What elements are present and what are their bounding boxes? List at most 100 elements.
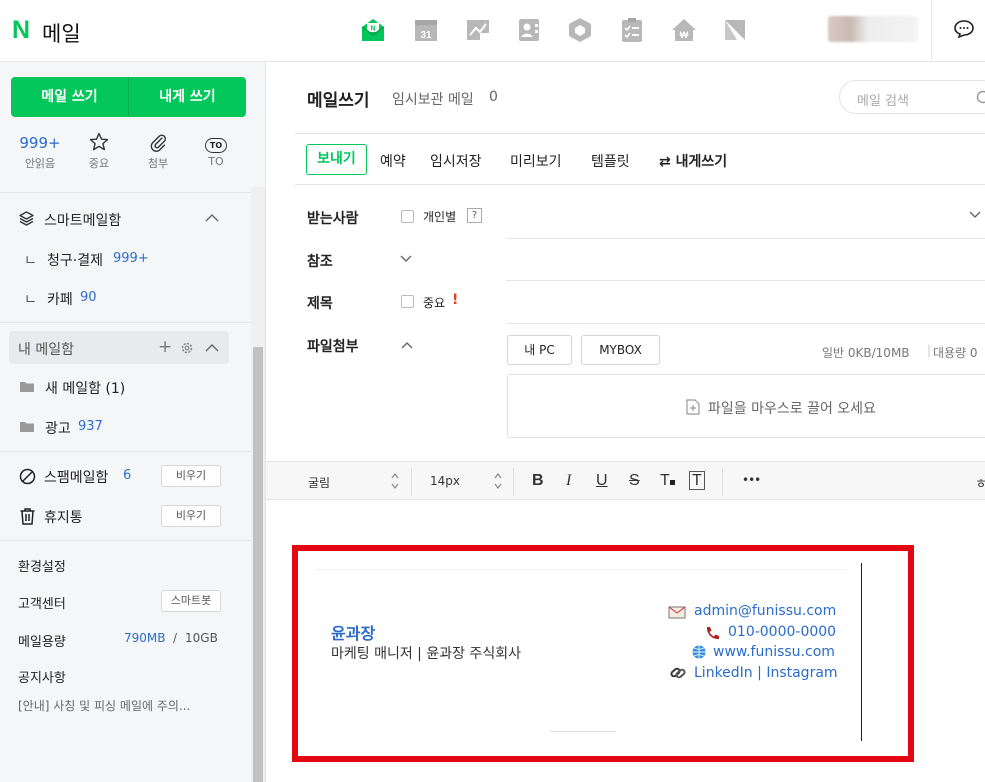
font-size-select[interactable]: 14px	[430, 474, 460, 488]
draft-link[interactable]: 임시보관 메일	[392, 89, 474, 109]
help-icon[interactable]: ?	[467, 208, 482, 223]
font-select-arrows-icon[interactable]	[390, 472, 400, 490]
todo-app-icon[interactable]	[619, 17, 645, 43]
more-options-icon[interactable]: •••	[742, 473, 761, 487]
sidebar-divider	[0, 322, 251, 323]
smart-item-billing[interactable]: 청구·결제	[47, 250, 103, 270]
smartbot-button[interactable]: 스마트봇	[161, 590, 221, 612]
home-app-icon[interactable]: ₩	[671, 17, 697, 43]
spam-mailbox-label[interactable]: 스팸메일함	[44, 467, 108, 487]
capacity-separator: |	[927, 343, 932, 357]
signature-phone[interactable]: 010-0000-0000	[728, 624, 836, 640]
quick-important[interactable]: 중요	[72, 132, 126, 171]
to-input-line[interactable]	[506, 238, 985, 239]
calendar-day-text: 31	[420, 30, 432, 41]
preview-button[interactable]: 미리보기	[510, 151, 562, 171]
link-chain-icon	[670, 667, 686, 679]
template-button[interactable]: 템플릿	[591, 151, 630, 171]
scrollbar-thumb[interactable]	[253, 347, 263, 782]
add-folder-icon[interactable]: +	[158, 337, 172, 357]
gear-icon[interactable]	[180, 341, 194, 355]
self-send-button[interactable]: ⇄ 내게쓰기	[659, 151, 727, 171]
important-checkbox[interactable]	[401, 295, 414, 308]
search-box[interactable]: 메일 검색	[839, 80, 985, 114]
mail-logo-text[interactable]: 메일	[42, 18, 81, 48]
folder-icon	[20, 382, 34, 392]
attach-field-label: 파일첨부	[307, 339, 359, 355]
paperclip-icon	[150, 134, 167, 152]
size-select-arrows-icon[interactable]	[493, 472, 503, 490]
compose-button[interactable]: 메일 쓰기	[11, 77, 128, 117]
save-draft-button[interactable]: 임시저장	[430, 151, 482, 171]
toolbar-separator	[722, 468, 723, 496]
chevron-down-icon[interactable]	[968, 210, 982, 220]
mybox-button[interactable]: MYBOX	[581, 335, 660, 365]
signature-email[interactable]: admin@funissu.com	[694, 603, 836, 619]
mybox-app-icon[interactable]	[567, 17, 593, 43]
notice-item[interactable]: [안내] 사칭 및 피싱 메일에 주의...	[18, 697, 190, 714]
tree-prefix: ㄴ	[24, 253, 37, 269]
subject-input-line[interactable]	[506, 323, 985, 324]
file-drop-zone[interactable]: 파일을 마우스로 끌어 오세요	[507, 374, 985, 438]
folder-new-mailbox[interactable]: 새 메일함 (1)	[45, 378, 125, 398]
notice-title[interactable]: 공지사항	[18, 667, 66, 686]
individual-checkbox[interactable]	[401, 210, 414, 223]
memo-app-icon[interactable]	[465, 17, 491, 43]
storage-separator: /	[173, 631, 178, 645]
calendar-app-icon[interactable]: 31	[413, 17, 439, 43]
empty-spam-button[interactable]: 비우기	[161, 465, 221, 487]
trash-label[interactable]: 휴지통	[44, 507, 83, 527]
signature-name: 윤과장	[331, 624, 376, 643]
cc-input-line[interactable]	[506, 280, 985, 281]
envelope-icon	[668, 606, 686, 619]
text-color-icon[interactable]: T	[660, 472, 675, 490]
text-background-icon[interactable]: T	[689, 471, 705, 490]
chevron-up-icon[interactable]	[204, 343, 220, 353]
linkedin-link[interactable]: LinkedIn	[694, 665, 753, 681]
globe-icon	[692, 645, 706, 659]
smart-item-cafe[interactable]: 카페	[47, 289, 73, 309]
quick-attachment[interactable]: 첨부	[131, 132, 185, 171]
bold-icon[interactable]: B	[532, 472, 544, 490]
chat-icon[interactable]	[954, 20, 974, 38]
contacts-app-icon[interactable]	[516, 17, 542, 43]
smart-mailbox-label[interactable]: 스마트메일함	[44, 210, 121, 230]
storage-total: 10GB	[185, 631, 218, 645]
my-pc-button[interactable]: 내 PC	[507, 335, 572, 365]
send-button[interactable]: 보내기	[306, 144, 367, 175]
signature-website[interactable]: www.funissu.com	[713, 644, 835, 660]
font-family-select[interactable]: 굴림	[308, 474, 330, 491]
quick-to[interactable]: TO TO	[189, 132, 243, 168]
shortcut-app-icon[interactable]	[722, 17, 748, 43]
italic-icon[interactable]: I	[566, 472, 571, 490]
page-title: 메일쓰기	[307, 91, 370, 111]
self-compose-button[interactable]: 내게 쓰기	[129, 77, 246, 117]
capacity-large: 대용량 0	[933, 346, 978, 360]
instagram-link[interactable]: Instagram	[766, 665, 837, 681]
mail-app-icon[interactable]: N	[360, 17, 386, 43]
chevron-down-icon[interactable]	[399, 254, 413, 264]
strikethrough-icon[interactable]: S	[629, 472, 640, 490]
user-profile-blurred[interactable]	[828, 16, 918, 42]
search-icon[interactable]	[976, 90, 985, 106]
naver-logo[interactable]: N	[12, 16, 30, 45]
sidebar-divider	[0, 192, 251, 193]
subject-field-label: 제목	[307, 296, 333, 312]
signature-bottom-border	[550, 731, 616, 732]
file-add-icon	[686, 399, 700, 415]
my-mailbox-label: 내 메일함	[18, 342, 74, 358]
settings-link[interactable]: 환경설정	[18, 556, 66, 575]
folder-ads[interactable]: 광고	[45, 418, 71, 438]
empty-trash-button[interactable]: 비우기	[161, 505, 221, 527]
chevron-up-icon[interactable]	[400, 340, 414, 350]
editor-toolbar: 굴림 14px B I U S T T ••• ㅎ	[266, 461, 985, 500]
toolbar-overflow-text: ㅎ	[975, 477, 985, 492]
quick-unread[interactable]: 999+ 안읽음	[13, 132, 67, 171]
search-input[interactable]: 메일 검색	[857, 90, 909, 109]
underline-icon[interactable]: U	[596, 472, 608, 490]
important-label: 중요	[423, 296, 446, 310]
reserve-button[interactable]: 예약	[380, 151, 406, 171]
support-link[interactable]: 고객센터	[18, 593, 66, 612]
signature-top-border	[316, 569, 846, 570]
chevron-up-icon[interactable]	[204, 213, 220, 223]
